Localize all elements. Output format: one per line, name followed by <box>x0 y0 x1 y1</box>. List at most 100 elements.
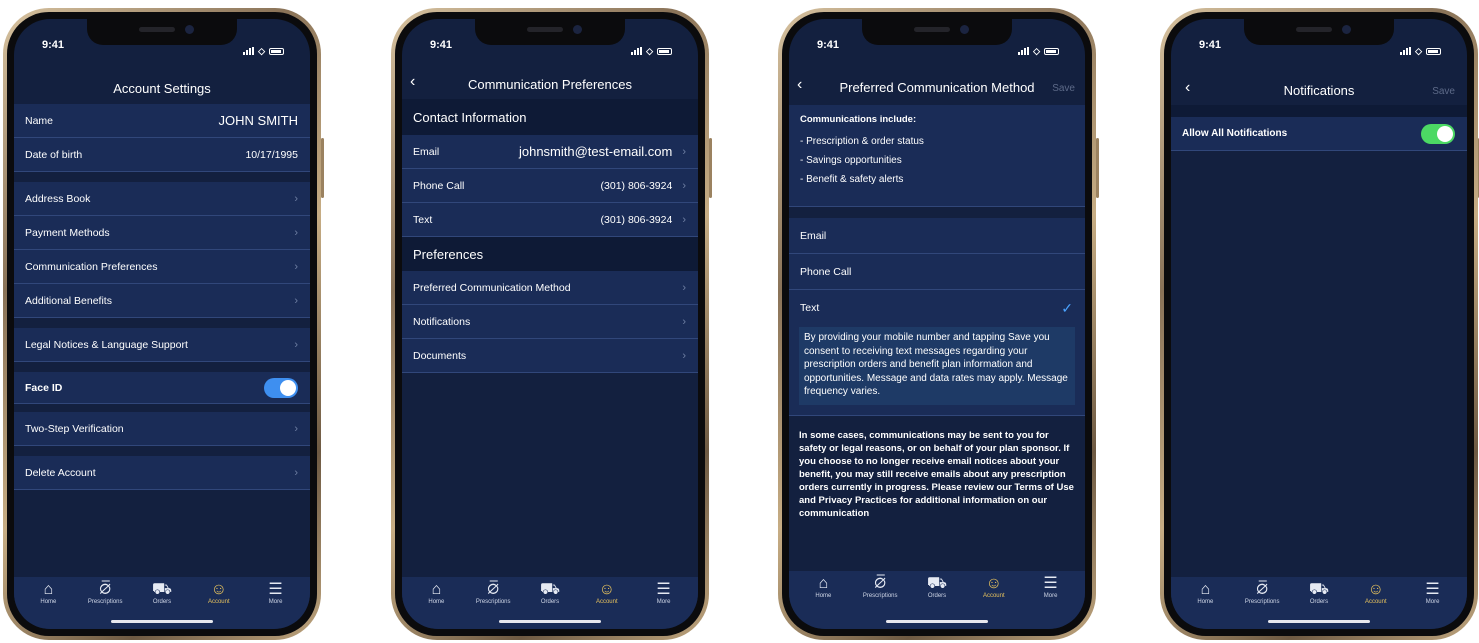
status-time: 9:41 <box>430 39 453 51</box>
home-indicator <box>111 620 213 623</box>
home-icon: ⌂ <box>431 581 442 598</box>
chevron-right-icon: › <box>682 281 686 294</box>
notch <box>475 19 625 45</box>
tab-label: Home <box>40 599 57 605</box>
tab-home[interactable]: ⌂ Home <box>20 581 76 629</box>
spacer <box>1171 105 1467 117</box>
option-phone-label: Phone Call <box>800 265 852 278</box>
additional-benefits-row[interactable]: Additional Benefits › <box>14 284 310 318</box>
tab-home[interactable]: ⌂ Home <box>408 581 464 629</box>
text-row[interactable]: Text (301) 806-3924 › <box>402 203 698 237</box>
screen: 9:41 ◇ Account Settings Name JOHN SMITH … <box>14 19 310 629</box>
includes-heading: Communications include: <box>800 114 917 125</box>
phone-bezel: 9:41 ◇ ‹ Preferred Communication Method … <box>782 12 1092 636</box>
name-row: Name JOHN SMITH <box>14 104 310 138</box>
tab-label: Orders <box>540 599 560 605</box>
home-indicator <box>886 620 988 623</box>
battery-icon <box>1044 47 1059 55</box>
screen: 9:41 ◇ ‹ Notifications Save Allow All No… <box>1171 19 1467 629</box>
face-id-toggle[interactable] <box>264 377 298 398</box>
tab-home[interactable]: ⌂ Home <box>795 575 851 629</box>
tab-more[interactable]: ☰ More <box>248 581 304 629</box>
documents-row[interactable]: Documents › <box>402 339 698 373</box>
phone-communication-preferences: 9:41 ◇ ‹ Communication Preferences Conta… <box>391 8 712 640</box>
legal-notices-row[interactable]: Legal Notices & Language Support › <box>14 328 310 362</box>
battery-icon <box>269 47 284 55</box>
battery-icon <box>657 47 672 55</box>
tab-label: Orders <box>1309 599 1329 605</box>
side-button <box>1096 138 1099 198</box>
contact-info-header: Contact Information <box>402 99 698 135</box>
tab-label: Orders <box>927 593 947 599</box>
tab-more[interactable]: ☰ More <box>636 581 692 629</box>
allow-all-toggle[interactable] <box>1421 123 1455 144</box>
wifi-icon: ◇ <box>1415 45 1422 56</box>
wifi-icon: ◇ <box>1033 45 1040 56</box>
tab-home[interactable]: ⌂ Home <box>1177 581 1233 629</box>
menu-icon: ☰ <box>1043 575 1058 592</box>
status-time: 9:41 <box>817 39 840 51</box>
phone-bezel: 9:41 ◇ ‹ Communication Preferences Conta… <box>395 12 705 636</box>
person-icon: ☺ <box>1367 581 1384 598</box>
text-label: Text <box>413 213 433 226</box>
chevron-right-icon: › <box>294 294 298 307</box>
chevron-right-icon: › <box>682 349 686 362</box>
option-email-row[interactable]: Email <box>789 218 1085 254</box>
consent-text: By providing your mobile number and tapp… <box>799 327 1075 405</box>
truck-icon: ⛟ <box>151 581 173 598</box>
two-step-row[interactable]: Two-Step Verification › <box>14 412 310 446</box>
email-row[interactable]: Email johnsmith@test-email.com › <box>402 135 698 169</box>
tab-more[interactable]: ☰ More <box>1023 575 1079 629</box>
two-step-label: Two-Step Verification <box>25 422 124 435</box>
signal-icon <box>1400 47 1412 55</box>
documents-label: Documents <box>413 349 467 362</box>
pill-icon: ⦱ <box>1256 581 1268 598</box>
communication-preferences-row[interactable]: Communication Preferences › <box>14 250 310 284</box>
chevron-right-icon: › <box>294 226 298 239</box>
tab-label: More <box>656 599 671 605</box>
side-button <box>321 138 324 198</box>
pill-icon: ⦱ <box>99 581 111 598</box>
option-phone-row[interactable]: Phone Call <box>789 254 1085 290</box>
tab-label: More <box>268 599 283 605</box>
preferred-method-row[interactable]: Preferred Communication Method › <box>402 271 698 305</box>
option-text-label: Text <box>800 302 820 314</box>
delete-account-row[interactable]: Delete Account › <box>14 456 310 490</box>
tab-label: Home <box>815 593 832 599</box>
includes-list: - Prescription & order status - Savings … <box>800 132 924 189</box>
page-title: Account Settings <box>113 81 211 96</box>
delete-account-label: Delete Account <box>25 466 96 479</box>
notifications-row[interactable]: Notifications › <box>402 305 698 339</box>
tab-label: Prescriptions <box>1244 599 1280 605</box>
address-book-row[interactable]: Address Book › <box>14 182 310 216</box>
battery-icon <box>1426 47 1441 55</box>
tab-label: Account <box>1364 599 1387 605</box>
phone-label: Phone Call <box>413 179 465 192</box>
status-icons: ◇ <box>243 39 284 63</box>
page-title: Communication Preferences <box>467 77 633 92</box>
phone-row[interactable]: Phone Call (301) 806-3924 › <box>402 169 698 203</box>
phone-preferred-method: 9:41 ◇ ‹ Preferred Communication Method … <box>778 8 1099 640</box>
allow-all-label: Allow All Notifications <box>1182 128 1288 139</box>
signal-icon <box>1018 47 1030 55</box>
payment-methods-row[interactable]: Payment Methods › <box>14 216 310 250</box>
tab-label: Home <box>428 599 445 605</box>
home-icon: ⌂ <box>818 575 829 592</box>
status-time: 9:41 <box>42 39 65 51</box>
list-item: - Benefit & safety alerts <box>800 174 904 185</box>
list-item: - Prescription & order status <box>800 136 924 147</box>
wifi-icon: ◇ <box>258 45 265 56</box>
name-label: Name <box>25 114 54 127</box>
email-label: Email <box>413 145 440 158</box>
chevron-right-icon: › <box>294 338 298 351</box>
save-button[interactable]: Save <box>1052 83 1075 94</box>
notifications-label: Notifications <box>413 315 471 328</box>
chevron-right-icon: › <box>294 466 298 479</box>
tab-more[interactable]: ☰ More <box>1405 581 1461 629</box>
save-button[interactable]: Save <box>1432 86 1455 97</box>
menu-icon: ☰ <box>656 581 671 598</box>
chevron-right-icon: › <box>682 315 686 328</box>
communication-preferences-label: Communication Preferences <box>25 260 158 273</box>
notch <box>87 19 237 45</box>
status-time: 9:41 <box>1199 39 1222 51</box>
